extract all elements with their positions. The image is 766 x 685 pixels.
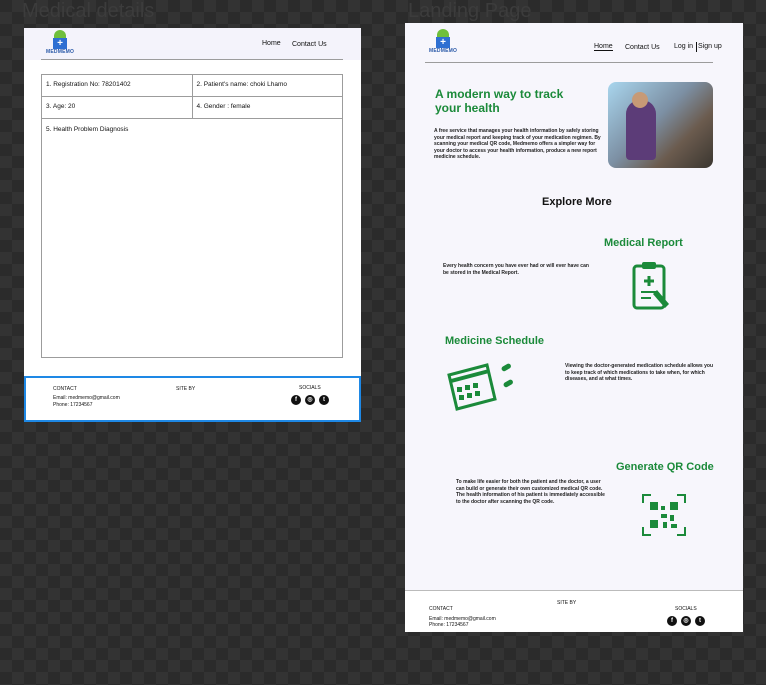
plant-icon xyxy=(54,30,67,38)
facebook-icon[interactable]: f xyxy=(667,616,677,626)
plant-icon xyxy=(437,29,450,37)
footer-contact-heading: CONTACT xyxy=(53,386,77,392)
health-problem-field[interactable]: 5. Health Problem Diagnosis xyxy=(42,119,342,357)
hero-title: A modern way to track your health xyxy=(435,87,563,115)
person-figure xyxy=(626,100,656,160)
medical-cross-icon: + xyxy=(436,37,451,48)
medical-details-frame[interactable]: + MEDMEMO Home Contact Us 1. Registratio… xyxy=(24,28,361,422)
logo-text: MEDMEMO xyxy=(46,49,75,55)
qr-code-icon xyxy=(642,494,686,536)
nav-signup-link[interactable]: Sign up xyxy=(698,43,722,50)
generate-qr-title: Generate QR Code xyxy=(616,461,714,473)
nav-contact-link[interactable]: Contact Us xyxy=(625,44,660,51)
frame-label-medical-details: Medical details xyxy=(22,0,155,22)
table-row: 3. Age: 20 4. Gender : female xyxy=(42,97,342,119)
nav-home-link[interactable]: Home xyxy=(594,43,613,51)
medmemo-logo[interactable]: + MEDMEMO xyxy=(429,29,457,54)
social-icons: f ◎ t xyxy=(667,616,705,626)
clipboard-icon xyxy=(632,262,669,310)
hero-photo xyxy=(608,82,713,168)
footer-phone: Phone: 17234567 xyxy=(53,402,93,408)
medmemo-logo[interactable]: + MEDMEMO xyxy=(46,30,74,55)
footer-email[interactable]: Email: medmemo@gmail.com xyxy=(53,395,120,401)
nav-divider xyxy=(41,59,343,60)
instagram-icon[interactable]: ◎ xyxy=(681,616,691,626)
landing-page-frame[interactable]: + MEDMEMO Home Contact Us Log in Sign up… xyxy=(405,23,743,632)
medical-report-title: Medical Report xyxy=(604,237,683,249)
gender-field: 4. Gender : female xyxy=(191,97,343,118)
hero-description: A free service that manages your health … xyxy=(434,128,601,160)
explore-more-heading: Explore More xyxy=(542,196,612,208)
footer-site-by: SITE BY xyxy=(176,386,196,392)
footer-socials-heading: SOCIALS xyxy=(299,385,321,391)
instagram-icon[interactable]: ◎ xyxy=(305,395,315,405)
hero-title-line-1: A modern way to track xyxy=(435,87,564,101)
nav-login-link[interactable]: Log in xyxy=(674,43,693,50)
footer-selected[interactable]: CONTACT Email: medmemo@gmail.com Phone: … xyxy=(24,376,361,422)
medical-cross-icon: + xyxy=(53,38,68,49)
medical-report-desc: Every health concern you have ever had o… xyxy=(443,263,589,276)
footer-site-by: SITE BY xyxy=(557,600,577,606)
twitter-icon[interactable]: t xyxy=(319,395,329,405)
logo-text: MEDMEMO xyxy=(429,48,458,54)
frame-label-landing-page: Landing Page xyxy=(408,0,532,22)
medicine-schedule-title: Medicine Schedule xyxy=(445,335,545,347)
footer-socials-heading: SOCIALS xyxy=(675,606,697,612)
footer-contact-heading: CONTACT xyxy=(429,606,453,612)
calendar-icon xyxy=(447,363,513,411)
top-nav: + MEDMEMO Home Contact Us xyxy=(24,28,361,60)
social-icons: f ◎ t xyxy=(291,395,329,405)
medicine-schedule-desc: Viewing the doctor-generated medication … xyxy=(565,363,713,382)
nav-separator xyxy=(696,42,697,52)
hero-title-line-2: your health xyxy=(435,101,500,115)
nav-contact-link[interactable]: Contact Us xyxy=(292,41,327,48)
person-face xyxy=(632,92,648,108)
facebook-icon[interactable]: f xyxy=(291,395,301,405)
footer-phone: Phone: 17234567 xyxy=(429,622,469,628)
footer: CONTACT Email: medmemo@gmail.com Phone: … xyxy=(405,590,743,632)
medical-details-table: 1. Registration No: 78201402 2. Patient'… xyxy=(41,74,343,358)
patient-name-field: 2. Patient's name: choki Lhamo xyxy=(191,75,343,96)
generate-qr-desc: To make life easier for both the patient… xyxy=(456,479,605,505)
twitter-icon[interactable]: t xyxy=(695,616,705,626)
registration-field: 1. Registration No: 78201402 xyxy=(46,81,131,88)
table-row: 1. Registration No: 78201402 2. Patient'… xyxy=(42,75,342,97)
age-field: 3. Age: 20 xyxy=(46,103,76,110)
nav-home-link[interactable]: Home xyxy=(262,40,281,47)
nav-divider xyxy=(425,62,713,63)
